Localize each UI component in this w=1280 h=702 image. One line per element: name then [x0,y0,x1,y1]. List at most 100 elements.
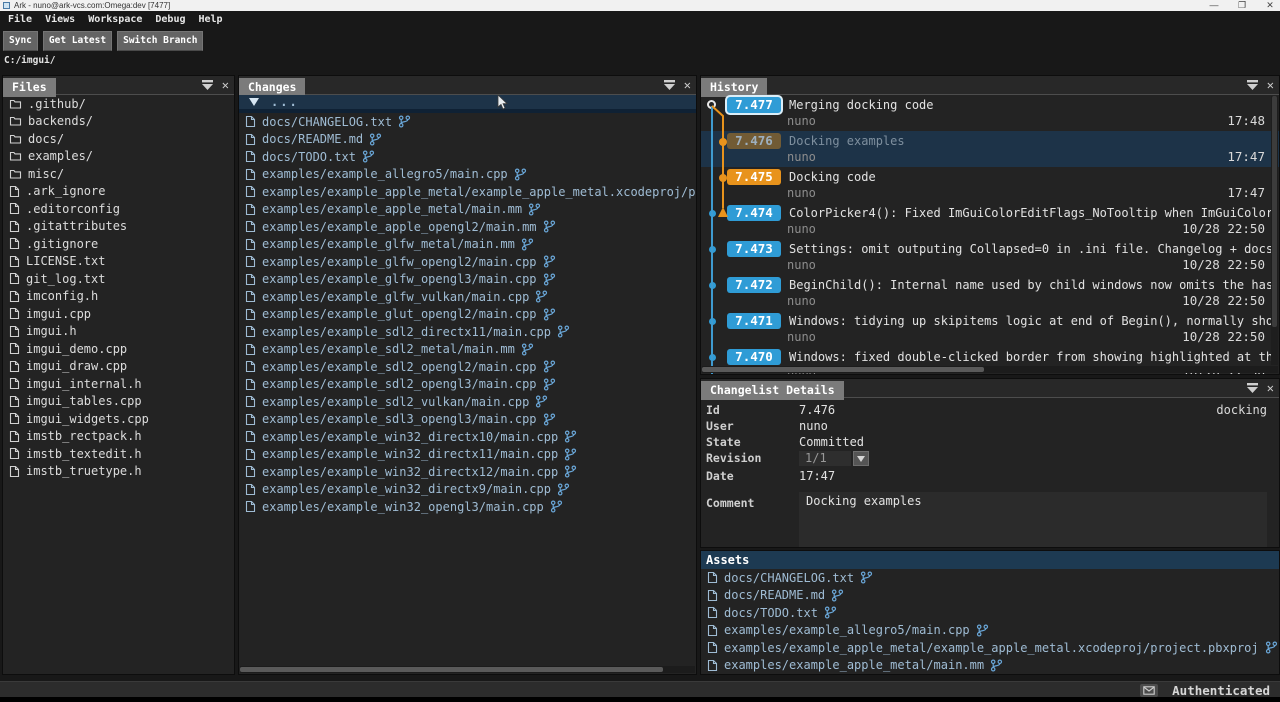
file-icon [9,447,20,460]
changed-file-row[interactable]: examples/example_win32_directx12/main.cp… [239,463,696,481]
file-tree-item[interactable]: imgui.h [3,323,234,341]
changed-file-row[interactable]: examples/example_allegro5/main.cpp [239,166,696,184]
toolbar-button[interactable]: Sync [3,31,38,51]
changed-file-row[interactable]: examples/example_win32_opengl3/main.cpp [239,498,696,516]
menu-item[interactable]: Views [45,14,75,25]
assets-header: Assets [701,551,1279,569]
file-tree-item[interactable]: imgui_internal.h [3,375,234,393]
changed-file-row[interactable]: examples/example_sdl2_opengl2/main.cpp [239,358,696,376]
asset-file-row[interactable]: examples/example_allegro5/main.cpp [701,622,1279,640]
changed-file-row[interactable]: examples/example_glfw_metal/main.mm [239,236,696,254]
toolbar-button[interactable]: Get Latest [43,31,112,51]
file-icon [245,238,256,251]
file-tree-item[interactable]: .github/ [3,95,234,113]
changed-file-row[interactable]: examples/example_glfw_opengl2/main.cpp [239,253,696,271]
expander-icon[interactable] [249,98,259,106]
mail-icon[interactable] [1140,684,1158,697]
changed-file-row[interactable]: examples/example_win32_directx9/main.cpp [239,481,696,499]
file-tree-item[interactable]: imgui_draw.cpp [3,358,234,376]
folder-icon [9,168,22,180]
asset-file-row[interactable]: docs/README.md [701,587,1279,605]
file-tree-item[interactable]: misc/ [3,165,234,183]
changed-file-row[interactable]: examples/example_glfw_opengl3/main.cpp [239,271,696,289]
minimize-icon[interactable]: — [1208,0,1220,11]
changed-file-row[interactable]: docs/TODO.txt [239,148,696,166]
comment-value[interactable]: Docking examples [799,492,1267,548]
file-tree-item[interactable]: imstb_rectpack.h [3,428,234,446]
changed-file-row[interactable]: examples/example_win32_directx11/main.cp… [239,446,696,464]
changed-file-row[interactable]: examples/example_apple_metal/example_app… [239,183,696,201]
branch-icon [976,624,989,637]
menu-item[interactable]: Debug [155,14,185,25]
close-icon[interactable]: ✕ [1264,0,1276,11]
file-tree-item[interactable]: backends/ [3,113,234,131]
tab-changelist-details[interactable]: Changelist Details [701,381,844,400]
asset-file-row[interactable]: examples/example_apple_opengl2/main.mm [701,674,1279,675]
history-hscrollbar[interactable] [702,366,1278,373]
asset-file-row[interactable]: examples/example_apple_metal/main.mm [701,657,1279,675]
changes-hscrollbar[interactable] [240,666,695,673]
commit-row[interactable]: 7.475 Docking code nuno 17:47 [701,167,1279,203]
filter-icon[interactable] [663,79,676,91]
file-tree-item[interactable]: imgui_tables.cpp [3,393,234,411]
asset-file-row[interactable]: docs/CHANGELOG.txt [701,569,1279,587]
changed-file-row[interactable]: docs/CHANGELOG.txt [239,113,696,131]
close-panel-icon[interactable]: ✕ [1267,382,1274,394]
file-tree-item[interactable]: git_log.txt [3,270,234,288]
changed-file-row[interactable]: examples/example_sdl2_opengl3/main.cpp [239,376,696,394]
changed-file-row[interactable]: examples/example_sdl3_opengl3/main.cpp [239,411,696,429]
changed-file-row[interactable]: examples/example_apple_metal/main.mm [239,201,696,219]
scrollbar-thumb[interactable] [1272,96,1277,327]
commit-row[interactable]: 7.474 ColorPicker4(): Fixed ImGuiColorEd… [701,203,1279,239]
file-icon [707,659,718,672]
changed-file-row[interactable]: examples/example_win32_directx10/main.cp… [239,428,696,446]
id-label: Id [706,403,799,419]
file-tree-item[interactable]: imstb_truetype.h [3,463,234,481]
file-tree-item[interactable]: .editorconfig [3,200,234,218]
commit-row[interactable]: 7.471 Windows: tidying up skipitems logi… [701,311,1279,347]
file-icon [245,465,256,478]
file-tree-item[interactable]: imgui_widgets.cpp [3,410,234,428]
file-tree-item[interactable]: imgui_demo.cpp [3,340,234,358]
changed-file-row[interactable]: examples/example_sdl2_vulkan/main.cpp [239,393,696,411]
toolbar-button[interactable]: Switch Branch [117,31,203,51]
menu-item[interactable]: File [8,14,32,25]
file-tree-item[interactable]: .gitattributes [3,218,234,236]
asset-file-row[interactable]: examples/example_apple_metal/example_app… [701,639,1279,657]
commit-message: Settings: omit outputing Collapsed=0 in … [789,242,1273,256]
changed-file-row[interactable]: examples/example_apple_opengl2/main.mm [239,218,696,236]
menu-item[interactable]: Workspace [88,14,142,25]
filter-icon[interactable] [201,79,214,91]
changed-file-row[interactable]: examples/example_glfw_vulkan/main.cpp [239,288,696,306]
maximize-icon[interactable]: ❐ [1236,0,1248,11]
changed-file-row[interactable]: examples/example_glut_opengl2/main.cpp [239,306,696,324]
commit-row[interactable]: 7.472 BeginChild(): Internal name used b… [701,275,1279,311]
file-tree-item[interactable]: LICENSE.txt [3,253,234,271]
file-tree-item[interactable]: .ark_ignore [3,183,234,201]
file-tree-item[interactable]: examples/ [3,148,234,166]
asset-file-row[interactable]: docs/TODO.txt [701,604,1279,622]
changed-file-row[interactable]: examples/example_sdl2_directx11/main.cpp [239,323,696,341]
revision-dropdown-button[interactable] [853,451,869,466]
file-tree-item[interactable]: imconfig.h [3,288,234,306]
file-tree-item[interactable]: docs/ [3,130,234,148]
filter-icon[interactable] [1246,382,1259,394]
commit-row[interactable]: 7.473 Settings: omit outputing Collapsed… [701,239,1279,275]
close-panel-icon[interactable]: ✕ [222,79,229,91]
file-icon [245,343,256,356]
commit-row[interactable]: 7.477 Merging docking code nuno 17:48 [701,95,1279,131]
file-tree-item[interactable]: imstb_textedit.h [3,445,234,463]
changed-file-row[interactable]: docs/README.md [239,131,696,149]
filter-icon[interactable] [1246,79,1259,91]
close-panel-icon[interactable]: ✕ [1267,79,1274,91]
changes-root-row[interactable]: ... [239,95,696,113]
history-vscrollbar[interactable] [1271,96,1278,365]
scrollbar-thumb[interactable] [240,667,663,672]
menu-item[interactable]: Help [199,14,223,25]
close-panel-icon[interactable]: ✕ [684,79,691,91]
changed-file-row[interactable]: examples/example_sdl2_metal/main.mm [239,341,696,359]
commit-row[interactable]: 7.476 Docking examples nuno 17:47 [701,131,1279,167]
scrollbar-thumb[interactable] [702,367,984,372]
file-tree-item[interactable]: imgui.cpp [3,305,234,323]
file-tree-item[interactable]: .gitignore [3,235,234,253]
